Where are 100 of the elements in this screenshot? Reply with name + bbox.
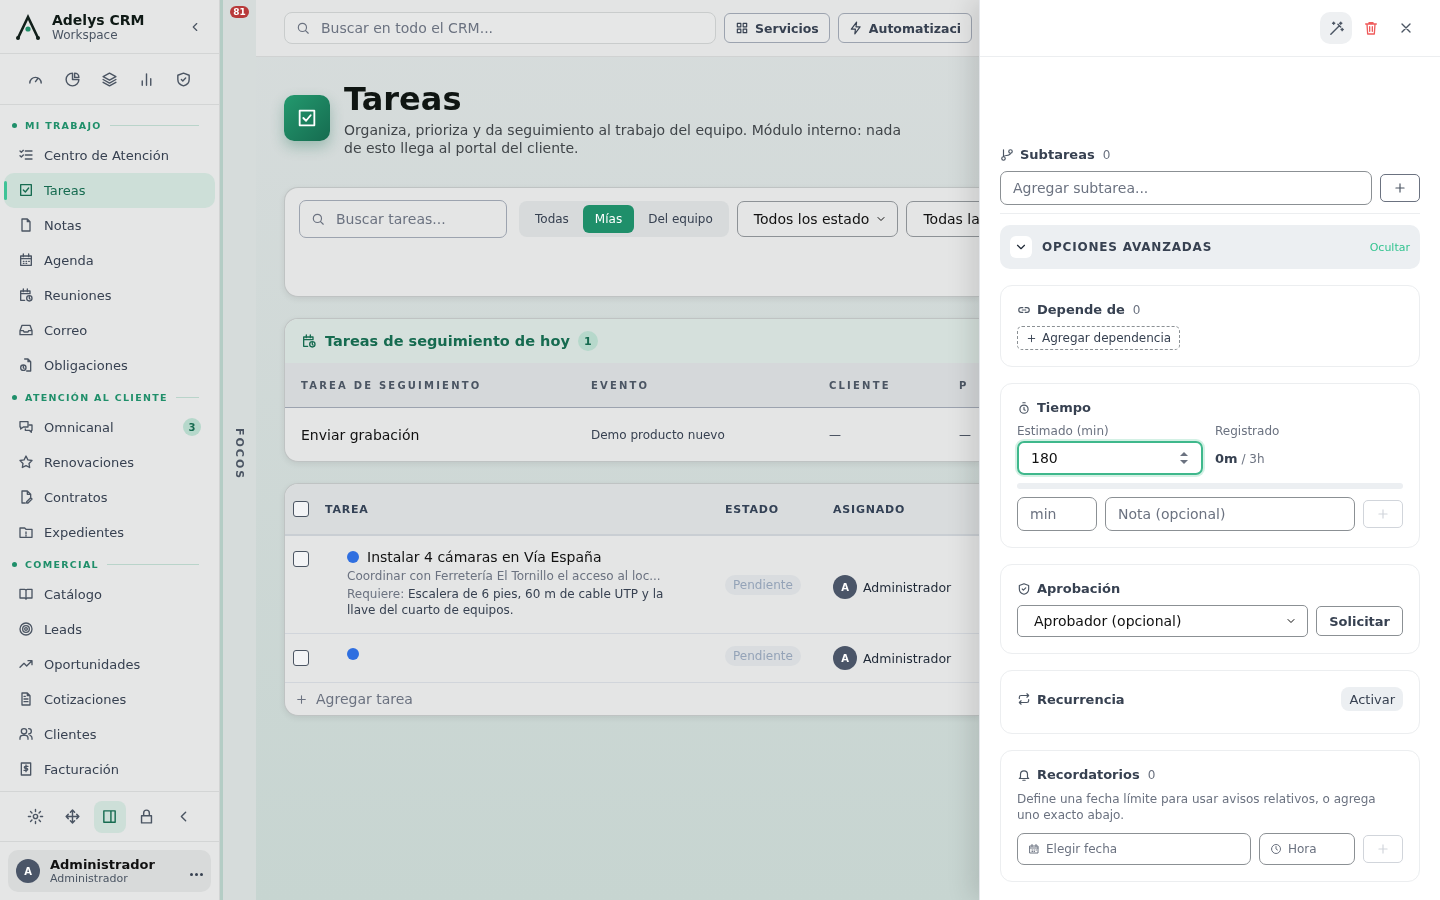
plus-icon (1376, 842, 1390, 856)
lock-icon (138, 808, 155, 826)
nav-item[interactable]: Clientes (4, 716, 215, 752)
toolbar-button[interactable]: Servicios (724, 13, 830, 43)
search-field[interactable]: Buscar en todo el CRM... (284, 12, 716, 44)
task-title[interactable]: Instalar 4 cámaras en Vía España (367, 549, 602, 565)
table-cell-text: Demo producto nuevo (591, 427, 726, 442)
count: 0 (1102, 147, 1111, 162)
scope-tab[interactable]: Del equipo (636, 205, 725, 233)
section-title: Tiempo (1037, 400, 1091, 415)
lightning-icon (848, 21, 863, 35)
request-button[interactable]: Solicitar (1316, 606, 1403, 636)
avatar: A (833, 575, 857, 599)
nav-item[interactable]: Centro de Atención (4, 137, 215, 173)
checkbox[interactable] (293, 650, 309, 666)
shield-icon (1017, 581, 1031, 596)
add-dependency-button[interactable]: Agregar dependencia (1017, 326, 1181, 350)
calendar-clock-icon (301, 333, 317, 349)
layers-icon (101, 70, 118, 88)
nav-item[interactable]: Correo (4, 312, 215, 348)
shield-icon (175, 70, 192, 88)
tool-button[interactable] (93, 800, 126, 833)
note-field[interactable]: Nota (opcional) (1105, 497, 1355, 531)
search-field[interactable]: Buscar tareas... (299, 200, 507, 238)
column-header: TAREA (325, 502, 370, 516)
toolbar-button[interactable]: Automatizaci (837, 13, 973, 43)
plus-icon (1393, 181, 1407, 195)
count: 0 (1147, 767, 1156, 782)
section-title: MI TRABAJO (25, 120, 102, 132)
timer-icon (1017, 400, 1031, 415)
checkbox[interactable] (293, 501, 309, 517)
user-card[interactable]: A Administrador Administrador (8, 850, 211, 892)
add-button[interactable] (1380, 174, 1420, 202)
magic-button[interactable] (1320, 12, 1352, 44)
nav-item[interactable]: Contratos (4, 479, 215, 515)
scope-tab[interactable]: Todas (523, 205, 581, 233)
section-title: Recordatorios (1037, 767, 1140, 782)
checkbox[interactable] (293, 551, 309, 567)
nav-item[interactable]: Agenda (4, 242, 215, 278)
nav-item[interactable]: Reuniones (4, 277, 215, 313)
user-name: Administrador (50, 857, 156, 873)
brand-name: Adelys CRM (52, 11, 146, 28)
nav-item[interactable]: Obligaciones (4, 347, 215, 383)
grid-icon (735, 21, 749, 35)
nav-item[interactable]: Tareas (4, 172, 215, 208)
receipt-icon (18, 761, 34, 778)
section-title: ATENCIÓN AL CLIENTE (25, 392, 168, 404)
users-icon (18, 726, 34, 743)
avatar: A (16, 859, 40, 884)
minutes-field[interactable]: min (1017, 497, 1097, 531)
avatar: A (833, 646, 857, 670)
nav-item[interactable]: Catálogo (4, 576, 215, 612)
chat-icon (18, 419, 34, 436)
approver-select[interactable]: Aprobador (opcional) (1017, 605, 1309, 637)
clock-icon (1270, 843, 1282, 855)
estimate-field[interactable]: 180 (1017, 441, 1203, 475)
book-icon (18, 586, 34, 603)
table-cell-text: — (959, 427, 972, 442)
nav-item[interactable]: Renovaciones (4, 444, 215, 480)
shortcut-button[interactable] (62, 69, 83, 90)
shortcut-button[interactable] (99, 69, 120, 90)
nav-item[interactable]: Cotizaciones (4, 681, 215, 717)
scope-tab[interactable]: Mías (582, 205, 635, 233)
document-pen-icon (18, 489, 34, 506)
time-picker[interactable]: Hora (1259, 833, 1355, 865)
star-icon (18, 454, 34, 471)
assignee-name: Administrador (863, 650, 952, 666)
expand-toggle[interactable] (1010, 236, 1032, 258)
subtask-field[interactable]: Agregar subtarea... (1000, 171, 1372, 205)
column-header: P (959, 379, 970, 391)
card-title: Tareas de seguimiento de hoy (325, 333, 570, 349)
document-icon (18, 217, 34, 234)
nav-item[interactable]: Expedientes (4, 514, 215, 550)
task-summary: Coordinar con Ferretería El Tornillo el acceso al loc... (347, 569, 662, 583)
add-task-button[interactable]: Agregar tarea (285, 683, 423, 715)
rail-label[interactable]: FOCOS (233, 428, 246, 481)
column-header: CLIENTE (829, 379, 892, 391)
nav-item[interactable]: Omnicanal 3 (4, 409, 215, 445)
document-icon (18, 691, 34, 708)
page-title: Tareas (344, 79, 463, 119)
nav-item[interactable]: Notas (4, 207, 215, 243)
nav-item[interactable]: Facturación (4, 751, 215, 787)
date-picker[interactable]: Elegir fecha (1017, 833, 1251, 865)
nav-item[interactable]: Oportunidades (4, 646, 215, 682)
checkbox-icon (18, 182, 34, 199)
field-label: Estimado (min) (1017, 424, 1110, 438)
logged-time: 0m / 3h (1215, 451, 1266, 466)
nav-item[interactable]: Leads (4, 611, 215, 647)
activate-button[interactable]: Activar (1341, 687, 1403, 711)
table-cell-text: Enviar grabación (301, 426, 421, 443)
more-icon (190, 872, 203, 876)
search-icon (311, 212, 325, 226)
folder-icon (18, 524, 34, 541)
plus-icon (295, 692, 308, 706)
plus-icon (1376, 507, 1390, 521)
count-badge: 3 (183, 418, 201, 437)
calendar-icon (1028, 843, 1040, 855)
bell-icon (1017, 767, 1031, 782)
status-select[interactable]: Todos los estado (736, 201, 899, 237)
plus-icon (1026, 332, 1037, 344)
